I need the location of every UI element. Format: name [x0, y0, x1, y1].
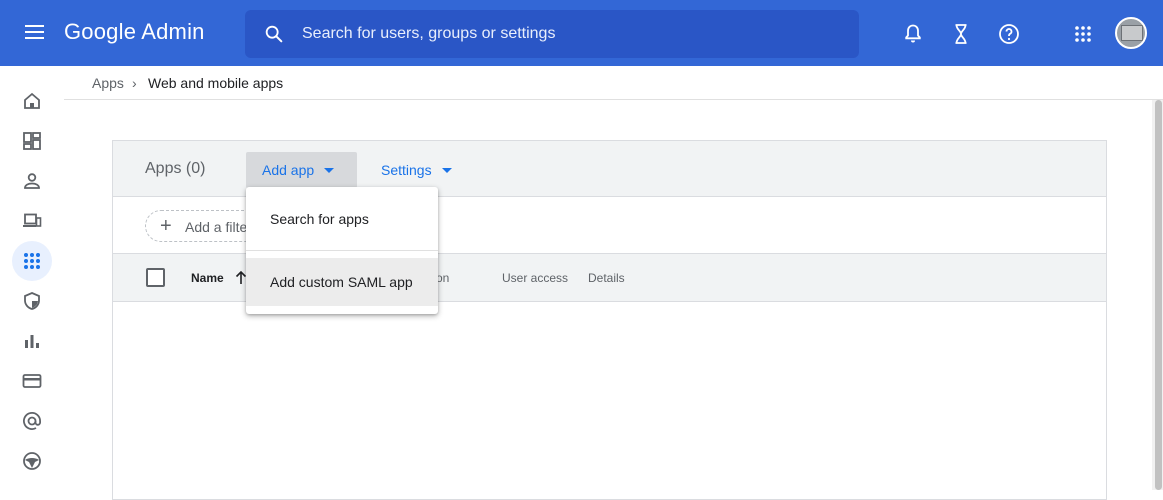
menu-item-search-for-apps[interactable]: Search for apps — [246, 195, 438, 243]
devices-icon — [23, 213, 42, 227]
settings-button[interactable]: Settings — [367, 152, 467, 188]
help-icon[interactable] — [997, 22, 1021, 46]
dashboard-icon — [23, 132, 41, 150]
add-app-menu: Search for apps Add custom SAML app — [246, 187, 438, 314]
caret-down-icon — [442, 168, 452, 173]
menu-divider — [246, 250, 438, 251]
rail-billing[interactable] — [12, 361, 52, 401]
apps-grid-icon[interactable] — [1071, 22, 1095, 46]
rail-account[interactable] — [12, 401, 52, 441]
column-header-user-access[interactable]: User access — [502, 271, 568, 285]
column-header-details[interactable]: Details — [588, 271, 625, 285]
menu-item-add-custom-saml-app[interactable]: Add custom SAML app — [246, 258, 438, 306]
search-bar[interactable]: Search for users, groups or settings — [245, 10, 859, 58]
person-icon — [24, 173, 40, 189]
account-icon — [23, 412, 42, 430]
notifications-bell-icon[interactable] — [901, 22, 925, 46]
add-app-button[interactable]: Add app — [246, 152, 357, 188]
breadcrumb-current: Web and mobile apps — [148, 75, 284, 91]
rail-security[interactable] — [12, 281, 52, 321]
rail-reports[interactable] — [12, 321, 52, 361]
add-app-label: Add app — [262, 162, 315, 178]
reports-icon — [25, 335, 39, 348]
apps-icon — [24, 253, 40, 269]
navigation-rail — [0, 66, 64, 490]
search-input[interactable]: Search for users, groups or settings — [302, 25, 555, 43]
plus-icon: + — [160, 215, 172, 237]
menu-item-label: Add custom SAML app — [270, 274, 413, 290]
rail-devices[interactable] — [12, 201, 52, 241]
hourglass-tasks-icon[interactable] — [949, 22, 973, 46]
breadcrumb-apps-link[interactable]: Apps — [92, 75, 124, 91]
billing-icon — [22, 374, 42, 388]
scrollbar-thumb[interactable] — [1155, 100, 1162, 490]
home-icon — [24, 92, 40, 109]
rail-home[interactable] — [12, 81, 52, 121]
main-menu-button[interactable] — [22, 21, 48, 45]
security-icon — [24, 292, 40, 310]
breadcrumb: Apps › Web and mobile apps — [64, 66, 1163, 100]
rail-apps[interactable] — [12, 241, 52, 281]
column-header-name[interactable]: Name — [191, 271, 224, 285]
chevron-right-icon: › — [132, 75, 137, 91]
add-filter-label: Add a filter — [185, 219, 252, 235]
apps-count-title: Apps (0) — [145, 160, 206, 177]
rail-users[interactable] — [12, 161, 52, 201]
google-admin-logo[interactable]: Google Admin — [64, 19, 205, 45]
settings-label: Settings — [381, 162, 432, 178]
menu-item-label: Search for apps — [270, 211, 369, 227]
rail-dashboard[interactable] — [12, 121, 52, 161]
search-icon — [265, 25, 283, 43]
rules-icon — [23, 452, 41, 470]
account-avatar[interactable] — [1115, 17, 1147, 49]
top-app-bar: Google Admin Search for users, groups or… — [0, 0, 1163, 66]
column-header-platform[interactable]: on — [436, 271, 449, 285]
rail-rules[interactable] — [12, 441, 52, 481]
select-all-checkbox[interactable] — [146, 268, 165, 287]
caret-down-icon — [324, 168, 334, 173]
